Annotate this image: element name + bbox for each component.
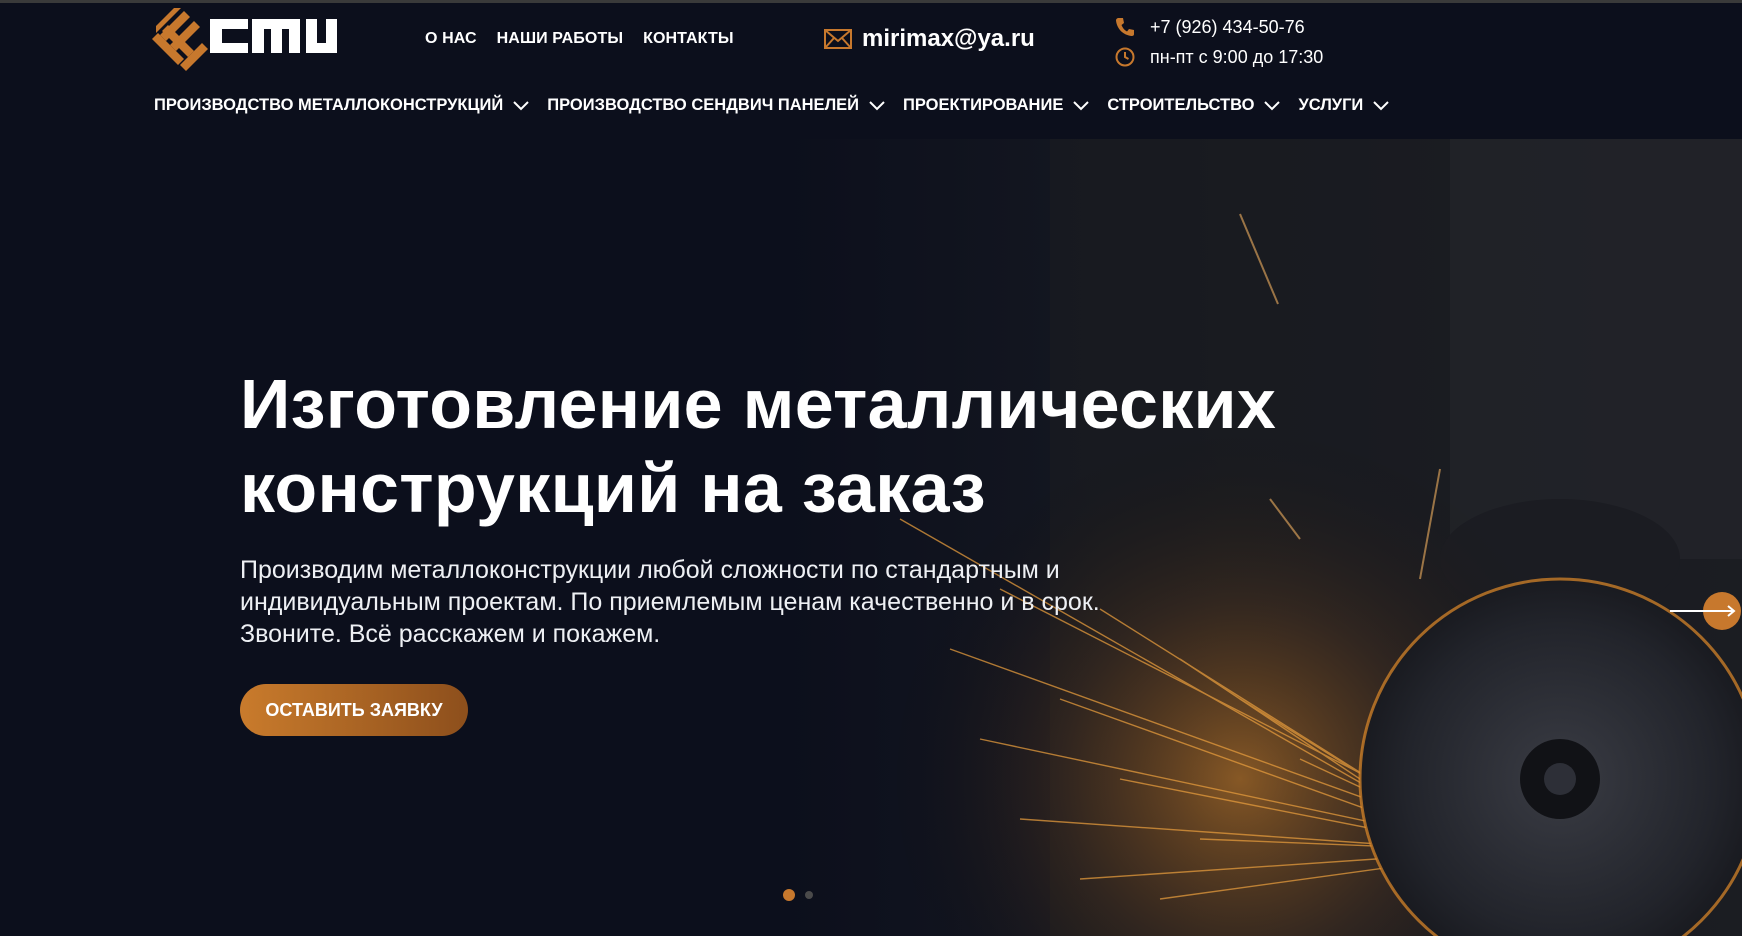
slider-dot-2[interactable] [805,891,813,899]
nav-contacts-link[interactable]: КОНТАКТЫ [643,30,734,48]
email-address[interactable]: mirimax@ya.ru [862,25,1035,53]
slider-pagination [783,889,813,901]
contact-info: +7 (926) 434-50-76 пн-пт с 9:00 до 17:30 [1114,12,1323,72]
chevron-down-icon [1373,100,1389,110]
hero-subtitle-line1: Производим металлоконструкции любой слож… [240,556,1060,584]
envelope-icon [824,29,852,49]
hero-background-image [0,139,1742,936]
email-contact[interactable]: mirimax@ya.ru [824,25,1035,53]
nav-about-link[interactable]: О НАС [425,30,477,48]
company-logo[interactable] [150,5,340,75]
slider-dot-1-active[interactable] [783,889,795,901]
phone-icon [1116,18,1134,36]
main-nav: ПРОИЗВОДСТВО МЕТАЛЛОКОНСТРУКЦИЙ ПРОИЗВОД… [154,96,1389,115]
chevron-down-icon [1264,100,1281,110]
nav-sandwich-panels-label: ПРОИЗВОДСТВО СЕНДВИЧ ПАНЕЛЕЙ [547,96,860,114]
leave-request-button[interactable]: ОСТАВИТЬ ЗАЯВКУ [240,684,468,736]
top-nav: О НАС НАШИ РАБОТЫ КОНТАКТЫ [425,30,734,48]
chevron-down-icon [513,100,529,110]
hours-row: пн-пт с 9:00 до 17:30 [1114,42,1323,72]
nav-construction-label: СТРОИТЕЛЬСТВО [1107,96,1255,114]
hero-subtitle-line3: Звоните. Всё расскажем и покажем. [240,620,661,648]
hero-subtitle: Производим металлоконструкции любой слож… [240,554,1200,650]
phone-row[interactable]: +7 (926) 434-50-76 [1114,12,1323,42]
hero-slider: Изготовление металлических конструкций н… [0,139,1742,936]
working-hours: пн-пт с 9:00 до 17:30 [1150,46,1324,67]
hero-title-line1: Изготовление металлических [240,365,1277,443]
arrow-right-icon[interactable] [1660,591,1742,631]
nav-services[interactable]: УСЛУГИ [1298,96,1389,115]
hero-title-line2: конструкций на заказ [240,449,986,527]
nav-sandwich-panels[interactable]: ПРОИЗВОДСТВО СЕНДВИЧ ПАНЕЛЕЙ [547,96,885,115]
nav-design-label: ПРОЕКТИРОВАНИЕ [903,96,1064,114]
phone-number[interactable]: +7 (926) 434-50-76 [1150,17,1305,38]
hero-title: Изготовление металлических конструкций н… [240,362,1340,530]
chevron-down-icon [869,100,885,110]
hero-subtitle-line2: индивидуальным проектам. По приемлемым ц… [240,588,1100,616]
nav-metal-structures[interactable]: ПРОИЗВОДСТВО МЕТАЛЛОКОНСТРУКЦИЙ [154,96,529,115]
nav-services-label: УСЛУГИ [1298,96,1364,114]
chevron-down-icon [1073,100,1090,110]
nav-metal-structures-label: ПРОИЗВОДСТВО МЕТАЛЛОКОНСТРУКЦИЙ [154,96,504,114]
clock-icon [1115,47,1135,67]
nav-construction[interactable]: СТРОИТЕЛЬСТВО [1107,96,1281,115]
nav-design[interactable]: ПРОЕКТИРОВАНИЕ [903,96,1090,115]
nav-works-link[interactable]: НАШИ РАБОТЫ [497,30,623,48]
site-header: О НАС НАШИ РАБОТЫ КОНТАКТЫ mirimax@ya.ru… [0,3,1742,139]
